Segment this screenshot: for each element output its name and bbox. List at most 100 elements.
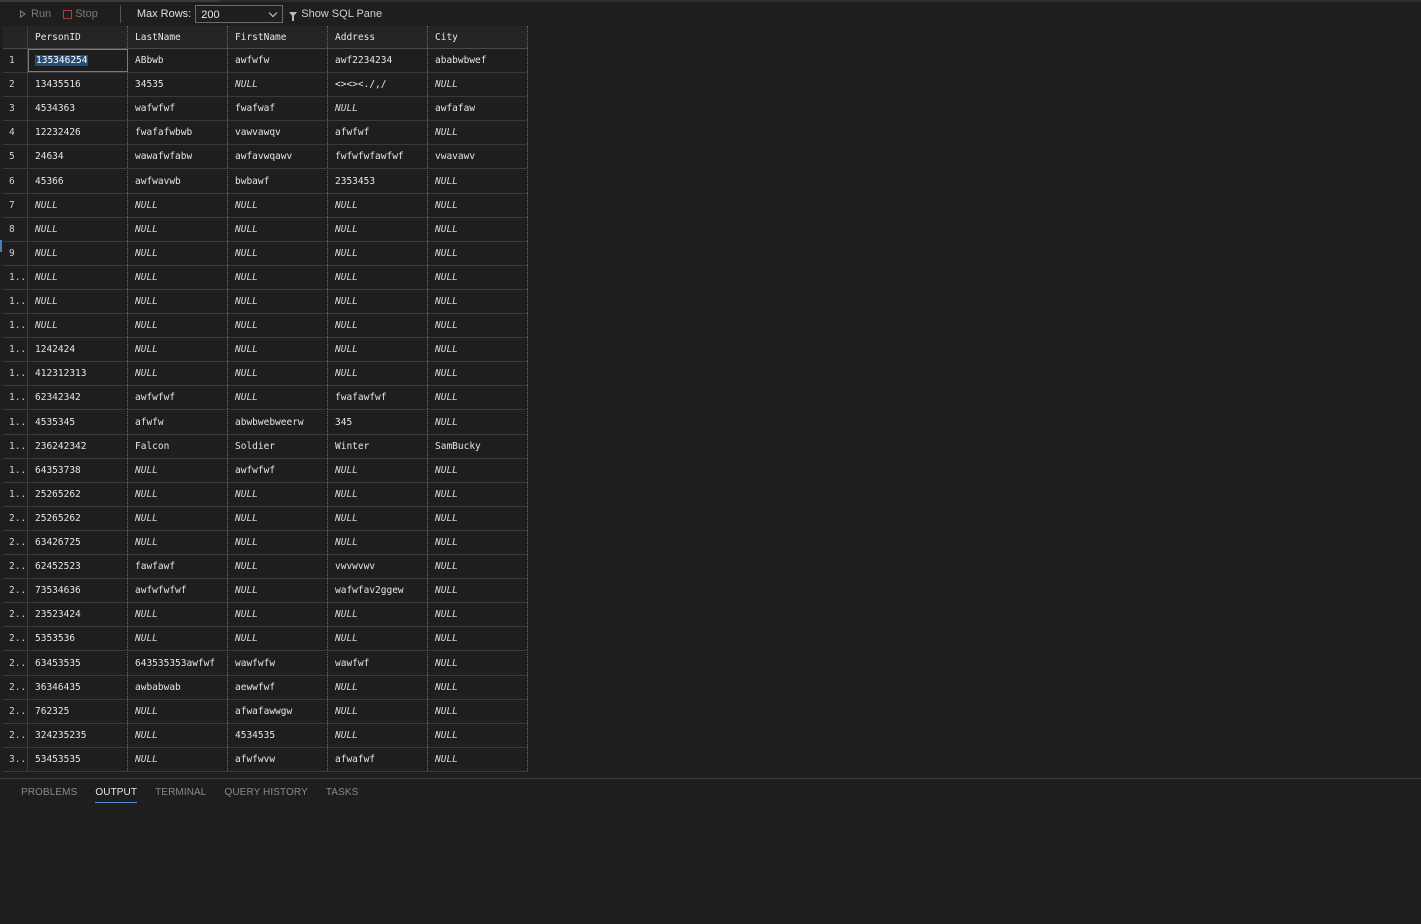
table-cell[interactable]: NULL (428, 241, 528, 265)
table-cell[interactable]: awf2234234 (328, 49, 428, 73)
table-cell[interactable]: NULL (428, 314, 528, 338)
table-row[interactable]: 1... NULL NULL NULL NULL NULL (3, 265, 528, 290)
table-cell[interactable]: awfwfwf (128, 386, 228, 410)
table-cell[interactable]: <><><./,/ (328, 73, 428, 97)
table-cell[interactable]: awfavwqawv (228, 145, 328, 169)
table-cell[interactable]: NULL (328, 217, 428, 241)
column-header-firstname[interactable]: FirstName (228, 26, 328, 48)
row-number[interactable]: 2... (3, 603, 28, 627)
table-cell[interactable]: NULL (228, 531, 328, 555)
table-cell[interactable]: wafwfwf (128, 97, 228, 121)
row-number[interactable]: 2... (3, 723, 28, 747)
table-cell[interactable]: NULL (128, 314, 228, 338)
table-cell[interactable]: NULL (328, 241, 428, 265)
tab-tasks[interactable]: TASKS (326, 787, 359, 803)
table-cell[interactable]: abwbwebweerw (228, 410, 328, 434)
table-cell[interactable]: NULL (228, 627, 328, 651)
table-row[interactable]: 2... 324235235 NULL 4534535 NULL NULL (3, 723, 528, 748)
table-cell[interactable]: awfwfwf (228, 458, 328, 482)
table-cell[interactable]: NULL (228, 265, 328, 289)
column-header-personid[interactable]: PersonID (28, 26, 128, 48)
row-number[interactable]: 2... (3, 531, 28, 555)
row-number[interactable]: 1... (3, 386, 28, 410)
table-cell[interactable]: fwafafwbwb (128, 121, 228, 145)
table-cell[interactable]: 762325 (28, 699, 128, 723)
table-cell[interactable]: wawafwfabw (128, 145, 228, 169)
table-cell[interactable]: NULL (428, 265, 528, 289)
table-row[interactable]: 1... 4535345 afwfw abwbwebweerw 345 NULL (3, 410, 528, 435)
table-cell[interactable]: SamBucky (428, 434, 528, 458)
tab-output[interactable]: OUTPUT (95, 787, 138, 803)
table-row[interactable]: 2... 63453535 643535353awfwf wawfwfw wawfwf N… (3, 651, 528, 676)
table-cell[interactable]: NULL (428, 651, 528, 675)
table-cell[interactable]: NULL (128, 482, 228, 506)
row-number[interactable]: 5 (3, 145, 28, 169)
table-cell[interactable]: NULL (228, 386, 328, 410)
table-row[interactable]: 2... 62452523 fawfawf NULL vwvwvwv NULL (3, 555, 528, 580)
table-row[interactable]: 1... 25265262 NULL NULL NULL NULL (3, 482, 528, 507)
tab-terminal[interactable]: TERMINAL (155, 787, 206, 803)
table-cell[interactable]: 34535 (128, 73, 228, 97)
row-number[interactable]: 1... (3, 314, 28, 338)
table-cell[interactable]: 2353453 (328, 169, 428, 193)
table-cell[interactable]: NULL (228, 555, 328, 579)
table-cell[interactable]: 5353536 (28, 627, 128, 651)
table-cell[interactable]: NULL (128, 241, 228, 265)
table-cell[interactable]: Falcon (128, 434, 228, 458)
column-header-address[interactable]: Address (328, 26, 428, 48)
table-cell[interactable]: awfwfw (228, 49, 328, 73)
table-cell[interactable]: 412312313 (28, 362, 128, 386)
table-cell[interactable]: NULL (228, 314, 328, 338)
table-cell[interactable]: 63453535 (28, 651, 128, 675)
table-cell[interactable]: Winter (328, 434, 428, 458)
table-cell[interactable]: bwbawf (228, 169, 328, 193)
table-cell[interactable]: 1242424 (28, 338, 128, 362)
table-cell[interactable]: 62452523 (28, 555, 128, 579)
row-number[interactable]: 2... (3, 699, 28, 723)
column-header-city[interactable]: City (428, 26, 528, 48)
table-row[interactable]: 2... 23523424 NULL NULL NULL NULL (3, 603, 528, 628)
table-cell[interactable]: vwvwvwv (328, 555, 428, 579)
table-cell[interactable]: 25265262 (28, 506, 128, 530)
table-cell[interactable]: afwafawwgw (228, 699, 328, 723)
table-cell[interactable]: NULL (328, 458, 428, 482)
row-number[interactable]: 7 (3, 193, 28, 217)
table-cell[interactable]: 236242342 (28, 434, 128, 458)
table-cell[interactable]: Soldier (228, 434, 328, 458)
table-cell[interactable]: NULL (328, 314, 428, 338)
table-row[interactable]: 2... 73534636 awfwfwfwf NULL wafwfav2ggew NUL… (3, 579, 528, 604)
table-row[interactable]: 1... NULL NULL NULL NULL NULL (3, 314, 528, 339)
table-cell[interactable]: 13435516 (28, 73, 128, 97)
tab-query-history[interactable]: QUERY HISTORY (224, 787, 307, 803)
table-row[interactable]: 7 NULL NULL NULL NULL NULL (3, 193, 528, 218)
run-button[interactable]: Run (16, 4, 53, 24)
tab-problems[interactable]: PROBLEMS (21, 787, 77, 803)
table-cell[interactable]: NULL (428, 458, 528, 482)
table-cell[interactable]: vawvawqv (228, 121, 328, 145)
table-cell[interactable]: 4534535 (228, 723, 328, 747)
table-cell[interactable]: NULL (328, 97, 428, 121)
row-number[interactable]: 1... (3, 482, 28, 506)
table-row[interactable]: 1... NULL NULL NULL NULL NULL (3, 290, 528, 315)
table-row[interactable]: 1... 62342342 awfwfwf NULL fwafawfwf NULL (3, 386, 528, 411)
table-cell[interactable]: fwafwaf (228, 97, 328, 121)
table-cell[interactable]: NULL (128, 723, 228, 747)
table-cell[interactable]: wawfwf (328, 651, 428, 675)
table-cell[interactable]: NULL (228, 241, 328, 265)
table-cell[interactable]: aewwfwf (228, 675, 328, 699)
row-number[interactable]: 6 (3, 169, 28, 193)
table-cell[interactable]: afwafwf (328, 747, 428, 771)
table-cell[interactable]: NULL (328, 723, 428, 747)
table-cell[interactable]: NULL (28, 290, 128, 314)
table-cell[interactable]: NULL (28, 193, 128, 217)
table-cell[interactable]: afwfw (128, 410, 228, 434)
table-cell[interactable]: 643535353awfwf (128, 651, 228, 675)
table-row[interactable]: 1... 236242342 Falcon Soldier Winter SamBucky (3, 434, 528, 459)
table-cell[interactable]: fwfwfwfawfwf (328, 145, 428, 169)
row-number[interactable]: 1... (3, 434, 28, 458)
table-cell[interactable]: NULL (328, 506, 428, 530)
table-row[interactable]: 2... 36346435 awbabwab aewwfwf NULL NULL (3, 675, 528, 700)
row-number[interactable]: 1... (3, 265, 28, 289)
table-cell[interactable]: NULL (428, 627, 528, 651)
table-cell[interactable]: NULL (328, 265, 428, 289)
